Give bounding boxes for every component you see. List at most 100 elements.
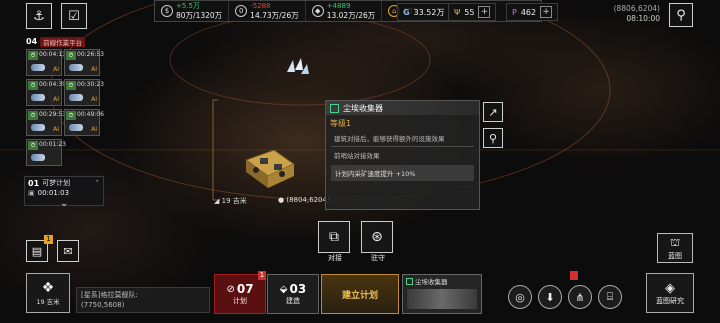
slot-tag: AI [53,126,59,133]
slot-time: 00:01:23 [39,141,66,148]
queue-slot[interactable]: ⏱ 00:04:39 AI [26,79,66,106]
blueprint-research-button[interactable]: ◈ 蓝图研究 [646,273,694,313]
document-icon: ▤ [31,244,43,258]
building-level: 等级1 [330,119,352,128]
location-label: [星系]格拉莫舰队: [81,291,138,299]
task-list-icon: ☑ [68,8,80,24]
timer-icon: ⏱ [28,141,38,150]
bookmark-button[interactable]: ⚲ [669,3,693,27]
location-coords: (7750,5608) [81,301,125,309]
resource-amount: 33.52万 [413,7,445,17]
build-tab-icon: ⬙ [279,283,288,295]
pin-icon: ⚲ [488,131,498,145]
build-plan-label: 建立计划 [341,290,378,301]
plan-tab[interactable]: ⊘ 07 计划 [214,274,266,314]
share-icon: ↗ [488,105,498,119]
radar-button[interactable]: ◎ [508,285,532,309]
fleet-button[interactable]: ⋔ [568,285,592,309]
fleet-hub-icon: ❖ [41,280,55,296]
building-type-icon [330,103,339,113]
dock-action[interactable]: ⧉ 对接 [318,221,352,263]
build-tab[interactable]: ⬙ 03 建造 [267,274,319,314]
share-button[interactable]: ↗ [483,102,503,122]
distance-label: ◢ 19 吉米 [214,197,247,205]
ship-icon [31,124,45,131]
location-info[interactable]: [星系]格拉莫舰队: (7750,5608) [76,287,210,313]
queue-number: 04 [26,37,38,46]
plan-time: 00:01:03 [37,189,70,197]
timer-icon: ⏱ [66,111,76,120]
fleet-selector[interactable]: ❖ 19 吉米 [26,273,70,313]
ship-icon [69,124,83,131]
credits-icon: $ [161,5,173,17]
ship-icon [69,94,83,101]
build-queue: 04 前線作業平台 ⏱ 00:04:13 AI ⏱ 00:26:53 AI ⏱ … [24,36,104,174]
expand-chevron-icon[interactable]: ⌄ [60,198,68,209]
building-info-panel: 尘埃收集器 等级1 建筑对接后，能够获得额外的设施效果 前哨站对接效果 计划内采… [325,100,480,210]
folder-button[interactable]: ⌸ [598,285,622,309]
dock-button[interactable]: ⧉ [318,221,350,253]
bottom-bar: ❖ 19 吉米 [星系]格拉莫舰队: (7750,5608) ⊘ 07 计划 1… [24,271,696,315]
queue-slot[interactable]: ⏱ 00:26:53 AI [64,49,104,76]
resource-credits[interactable]: $ +5.5万 80万/1320万 [155,1,230,21]
queue-slot[interactable]: ⏱ 00:04:13 AI [26,49,66,76]
collector-card[interactable]: 尘埃收集器 [402,274,482,314]
station-coords-label: ● (8804,6204) [278,196,330,204]
garrison-action[interactable]: ⊛ 驻守 [361,221,395,263]
collector-badge [570,271,578,280]
garrison-label: 驻守 [371,254,385,262]
ship-icon [31,64,45,71]
add-premium-button[interactable]: + [540,6,553,18]
slot-tag: AI [53,96,59,103]
collector-name: 尘埃收集器 [415,278,448,286]
fleet-anchor-button[interactable]: ⚓ [26,3,52,29]
dock-effect-value: 计划内采矿速度提升 +10% [331,165,474,181]
distance-marker-icon: ◢ [214,197,220,205]
collapse-icon[interactable]: ⌃ [94,179,100,187]
queue-slot[interactable]: ⏱ 00:49:06 AI [64,109,104,136]
resource-delta: +4889 [326,2,351,10]
add-gold-button[interactable]: + [478,6,491,18]
collector-type-icon [406,277,413,285]
plan-number: 01 [28,178,40,188]
queue-slot[interactable]: ⏱ 00:01:23 [26,139,66,166]
blueprint-button[interactable]: ⛫ 蓝图 [657,233,693,263]
plan-badge: 1 [44,235,53,244]
fleet-anchor-icon: ⚓ [33,8,45,24]
queue-slot[interactable]: ⏱ 00:29:53 AI [26,109,66,136]
plan-tab-badge: 1 [258,271,266,280]
slot-time: 00:30:23 [77,81,104,88]
folder-icon: ⌸ [606,290,614,303]
build-plan-button[interactable]: 建立计划 [321,274,399,314]
resource-gold[interactable]: Ψ 55 + [448,3,497,21]
gas-icon: G [403,7,410,17]
fleet-sprite[interactable] [283,56,311,78]
dock-icon: ⧉ [329,229,339,245]
queue-slot[interactable]: ⏱ 00:30:23 AI [64,79,104,106]
resource-crystal[interactable]: ◆ +4889 13.02万/26万 [306,1,383,21]
garrison-button[interactable]: ⊛ [361,221,393,253]
task-list-button[interactable]: ☑ [61,3,87,29]
resource-amount: 55 [464,7,475,17]
slot-time: 00:29:53 [39,111,66,118]
building-name: 尘埃收集器 [343,103,383,113]
timer-icon: ⏱ [28,51,38,60]
plan-title: 可梦计划 [42,179,71,187]
slot-tag: AI [91,96,97,103]
coords-time: (8806,6204) 08:10:00 [596,4,660,24]
dust-collector-station[interactable] [240,148,298,190]
resource-gas[interactable]: G 33.52万 [397,3,451,21]
download-button[interactable]: ⬇ [538,285,562,309]
build-tab-label: 建造 [286,297,300,305]
pin-button[interactable]: ⚲ [483,128,503,148]
radar-icon: ◎ [515,290,525,304]
fleet-ships-icon [287,58,309,74]
resource-delta: -5288 [250,2,271,10]
resource-premium[interactable]: P 462 + [506,3,559,21]
resource-amount: 80万/1320万 [176,11,223,20]
resource-metal[interactable]: 0 -5288 14.73万/26万 [229,1,306,21]
research-icon: ◈ [665,280,675,296]
research-label: 蓝图研究 [656,296,684,305]
ship-icon [69,64,83,71]
mail-button[interactable]: ✉ [57,240,79,262]
